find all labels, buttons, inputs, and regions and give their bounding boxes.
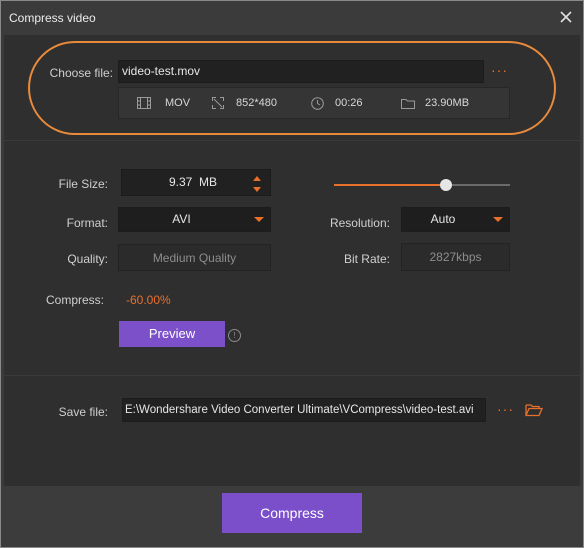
file-format-info: MOV: [137, 88, 190, 118]
format-select[interactable]: AVI: [118, 207, 271, 232]
folder-open-icon: [525, 404, 543, 417]
save-file-value: E:\Wondershare Video Converter Ultimate\…: [125, 404, 474, 416]
film-icon: [137, 97, 151, 109]
format-dropdown-arrow-icon: [254, 217, 264, 222]
resolution-value: Auto: [430, 212, 456, 226]
file-info-bar: MOV 852*480 00:26 23.90MB: [118, 87, 510, 119]
resolution-icon: [212, 97, 224, 109]
file-size-input[interactable]: 9.37 MB: [121, 169, 271, 196]
resolution-select[interactable]: Auto: [401, 207, 510, 232]
file-resolution-value: 852*480: [236, 97, 277, 109]
file-size-value: 23.90MB: [425, 97, 470, 109]
spinner-icon[interactable]: [252, 175, 262, 193]
format-value: AVI: [172, 212, 191, 226]
open-output-folder-button[interactable]: [525, 403, 543, 417]
close-icon: [560, 11, 572, 23]
quality-value: Medium Quality: [152, 251, 237, 265]
resolution-label: Resolution:: [329, 216, 390, 230]
choose-file-label: Choose file:: [49, 66, 113, 80]
bitrate-value: 2827kbps: [429, 250, 482, 264]
clock-icon: [311, 96, 324, 110]
compress-ratio-value: -60.00%: [126, 293, 171, 307]
file-size-slider-thumb[interactable]: [440, 179, 452, 191]
section-divider-bottom: [4, 375, 580, 376]
bitrate-label: Bit Rate:: [343, 252, 390, 266]
file-size-slider-track[interactable]: [446, 184, 510, 186]
choose-file-value: video-test.mov: [122, 64, 201, 78]
quality-label: Quality:: [67, 252, 108, 266]
compress-video-dialog: Compress video Choose file: video-test.m…: [0, 0, 584, 548]
file-size-label: File Size:: [58, 177, 108, 191]
choose-file-browse-button[interactable]: ···: [491, 62, 508, 78]
format-label: Format:: [66, 216, 108, 230]
quality-field: Medium Quality: [118, 244, 271, 271]
folder-icon: [401, 98, 415, 109]
file-size-slider-fill: [334, 184, 446, 186]
save-file-label: Save file:: [58, 405, 108, 419]
resolution-dropdown-arrow-icon: [493, 217, 503, 222]
save-file-browse-button[interactable]: ···: [497, 401, 514, 417]
section-divider-top: [4, 140, 580, 141]
title-bar: Compress video: [1, 1, 583, 34]
preview-button[interactable]: Preview: [119, 321, 225, 347]
file-duration-info: 00:26: [311, 88, 363, 118]
file-format-value: MOV: [165, 97, 191, 109]
file-size-value: 9.37: [169, 175, 193, 189]
compress-button[interactable]: Compress: [222, 493, 362, 533]
save-file-input[interactable]: E:\Wondershare Video Converter Ultimate\…: [122, 398, 486, 422]
file-size-info: 23.90MB: [401, 88, 469, 118]
window-title: Compress video: [9, 11, 96, 25]
file-resolution-info: 852*480: [212, 88, 277, 118]
close-button[interactable]: [557, 8, 575, 26]
info-icon[interactable]: !: [228, 329, 241, 342]
bitrate-field: 2827kbps: [401, 243, 510, 271]
compress-label: Compress:: [45, 293, 104, 307]
file-duration-value: 00:26: [335, 97, 363, 109]
file-size-unit: MB: [199, 175, 217, 189]
choose-file-input[interactable]: video-test.mov: [118, 60, 484, 83]
